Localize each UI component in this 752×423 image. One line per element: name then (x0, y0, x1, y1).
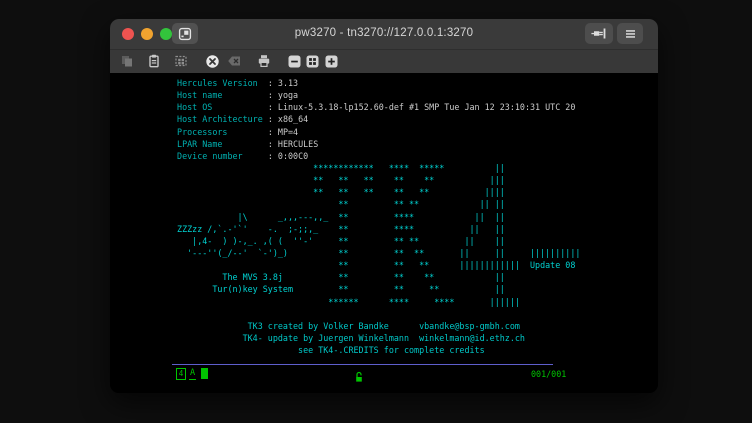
ascii-art-line: ****** **** **** |||||| (172, 296, 580, 308)
print-button[interactable] (255, 52, 273, 70)
zoom-out-button[interactable] (285, 52, 303, 70)
zoom-in-icon (324, 54, 339, 69)
ascii-art-line: |\ _,,,---,,_ ** **** || || (172, 211, 580, 223)
info-line: Host Architecture : x86_64 (172, 113, 580, 125)
copy-button[interactable] (118, 52, 136, 70)
connection-button[interactable] (585, 23, 613, 44)
ascii-art-line: ZZZzz /,`.-'`' -. ;-;;,_ ** **** || || (172, 223, 580, 235)
info-line: Processors : MP=4 (172, 126, 580, 138)
ascii-art-line: ** ** ** ** ** ||| (172, 174, 580, 186)
terminal-area[interactable]: Hercules Version : 3.13 Host name : yoga… (110, 73, 658, 393)
oia-keyboard-indicator: A (189, 368, 196, 380)
oia-model-badge: 4 (176, 368, 186, 380)
ascii-art-line: '---''(_/--' `-')_) ** ** ** || || |||||… (172, 247, 580, 259)
info-line: Host name : yoga (172, 89, 580, 101)
info-line: LPAR Name : HERCULES (172, 138, 580, 150)
info-line: Host OS : Linux-5.3.18-lp152.60-def #1 S… (172, 101, 580, 113)
ascii-art-line: ************ **** ***** || (172, 162, 580, 174)
ascii-art-line: Tur(n)key System ** ** ** || (172, 283, 580, 295)
ascii-art-line: |,4- ) )-,_. ,( ( ''-' ** ** ** || || (172, 235, 580, 247)
info-label: LPAR Name (172, 139, 268, 149)
info-label: Host name (172, 90, 268, 100)
info-label: Device number (172, 151, 268, 161)
info-label: Hercules Version (172, 78, 268, 88)
titlebar: pw3270 - tn3270://127.0.0.1:3270 (110, 19, 658, 50)
ascii-art-line: ** ** ** ** ** |||| (172, 186, 580, 198)
paste-button[interactable] (145, 52, 163, 70)
info-label: Processors (172, 127, 268, 137)
window-title: pw3270 - tn3270://127.0.0.1:3270 (110, 27, 658, 39)
disconnect-button[interactable] (203, 52, 221, 70)
oia-separator (172, 364, 553, 365)
credits-line: TK4- update by Juergen Winkelmann winkel… (172, 332, 580, 344)
info-value: : Linux-5.3.18-lp152.60-def #1 SMP Tue J… (268, 102, 576, 112)
ascii-art-line: The MVS 3.8j ** ** ** || (172, 271, 580, 283)
erase-icon (227, 55, 242, 67)
info-line: Device number : 0:00C0 (172, 150, 580, 162)
info-value: : yoga (268, 90, 298, 100)
pw3270-window: pw3270 - tn3270://127.0.0.1:3270 (110, 19, 658, 393)
info-value: : 0:00C0 (268, 151, 308, 161)
info-label: Host Architecture (172, 114, 268, 124)
oia-cursor-block (201, 368, 208, 379)
zoom-best-fit-button[interactable] (303, 52, 321, 70)
ascii-art-line: ** ** ** |||||||||||| Update 08 (172, 259, 580, 271)
zoom-in-button[interactable] (322, 52, 340, 70)
blank-line (172, 308, 580, 320)
disconnect-icon (205, 54, 220, 69)
info-value: : HERCULES (268, 139, 318, 149)
connection-plug-icon (591, 27, 607, 40)
oia-status-bar: 4 A 001/001 (172, 368, 592, 381)
screen-text: Hercules Version : 3.13 Host name : yoga… (172, 77, 580, 356)
desktop: pw3270 - tn3270://127.0.0.1:3270 (0, 0, 752, 423)
hamburger-menu-icon (624, 28, 637, 40)
print-icon (257, 54, 271, 68)
credits-line: see TK4-.CREDITS for complete credits (172, 344, 580, 356)
select-all-icon (174, 54, 188, 68)
select-all-button[interactable] (172, 52, 190, 70)
zoom-best-fit-icon (305, 54, 320, 69)
copy-icon (120, 54, 134, 68)
oia-cursor-position: 001/001 (531, 369, 566, 379)
credits-line: TK3 created by Volker Bandke vbandke@bsp… (172, 320, 580, 332)
info-value: : MP=4 (268, 127, 298, 137)
info-value: : x86_64 (268, 114, 308, 124)
info-value: : 3.13 (268, 78, 298, 88)
info-label: Host OS (172, 102, 268, 112)
menu-button[interactable] (617, 23, 643, 44)
paste-icon (147, 54, 161, 68)
toolbar (110, 50, 658, 73)
info-line: Hercules Version : 3.13 (172, 77, 580, 89)
erase-button[interactable] (225, 52, 243, 70)
unlocked-padlock-icon (354, 368, 364, 387)
ascii-art-line: ** ** ** || || (172, 198, 580, 210)
zoom-out-icon (287, 54, 302, 69)
